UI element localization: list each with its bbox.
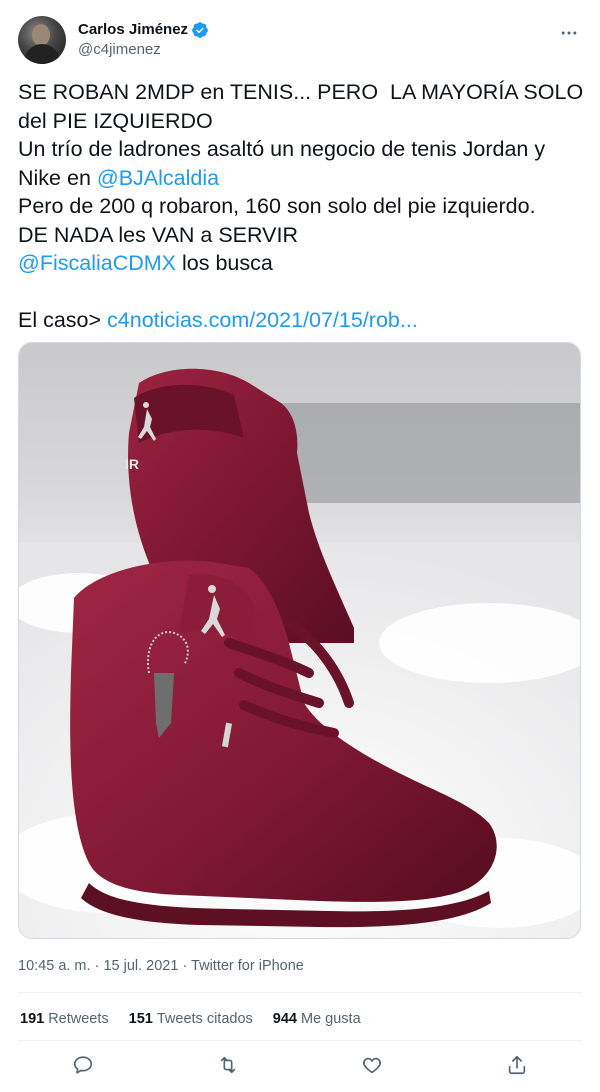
tweet-header: Carlos Jiménez @c4jimenez xyxy=(18,12,582,64)
tweet-time[interactable]: 10:45 a. m. xyxy=(18,958,91,974)
likes-stat[interactable]: 944 Me gusta xyxy=(273,1008,361,1030)
mention-link[interactable]: @FiscaliaCDMX xyxy=(18,251,176,275)
reply-icon[interactable] xyxy=(70,1052,96,1078)
tweet-text: SE ROBAN 2MDP en TENIS... PERO LA MAYORÍ… xyxy=(18,78,584,335)
retweets-stat[interactable]: 191 Retweets xyxy=(20,1008,109,1030)
tweet-date[interactable]: 15 jul. 2021 xyxy=(103,958,178,974)
shoe-text: IR xyxy=(125,456,139,472)
author-block[interactable]: Carlos Jiménez @c4jimenez xyxy=(78,20,209,60)
share-icon[interactable] xyxy=(504,1052,530,1078)
avatar[interactable] xyxy=(18,16,66,64)
divider xyxy=(18,992,582,993)
tweet-stats: 191 Retweets 151 Tweets citados 944 Me gust… xyxy=(20,1008,361,1030)
like-icon[interactable] xyxy=(359,1052,385,1078)
sneaker-photo: IR xyxy=(19,343,580,938)
more-options-icon[interactable] xyxy=(556,20,582,46)
tweet-photo[interactable]: IR xyxy=(18,342,581,939)
author-name[interactable]: Carlos Jiménez xyxy=(78,20,188,40)
divider xyxy=(18,1040,582,1041)
tweet-line: SE ROBAN 2MDP en TENIS... PERO LA MAYORÍ… xyxy=(18,80,590,133)
author-handle[interactable]: @c4jimenez xyxy=(78,40,209,60)
mention-link[interactable]: @BJAlcaldia xyxy=(97,166,219,190)
article-link[interactable]: c4noticias.com/2021/07/15/rob... xyxy=(107,308,418,332)
tweet-line: El caso> xyxy=(18,308,108,332)
verified-badge-icon xyxy=(192,22,208,38)
retweet-icon[interactable] xyxy=(215,1052,241,1078)
tweet-line: los busca xyxy=(176,251,273,275)
quote-tweets-stat[interactable]: 151 Tweets citados xyxy=(129,1008,253,1030)
action-bar xyxy=(70,1050,530,1080)
tweet-source[interactable]: Twitter for iPhone xyxy=(191,958,304,974)
tweet-line: Pero de 200 q robaron, 160 son solo del … xyxy=(18,194,536,218)
tweet-line: DE NADA les VAN a SERVIR xyxy=(18,222,298,247)
meta-separator: · xyxy=(178,958,192,974)
meta-separator: · xyxy=(90,958,104,974)
tweet-meta: 10:45 a. m. · 15 jul. 2021 · Twitter for… xyxy=(18,956,304,976)
